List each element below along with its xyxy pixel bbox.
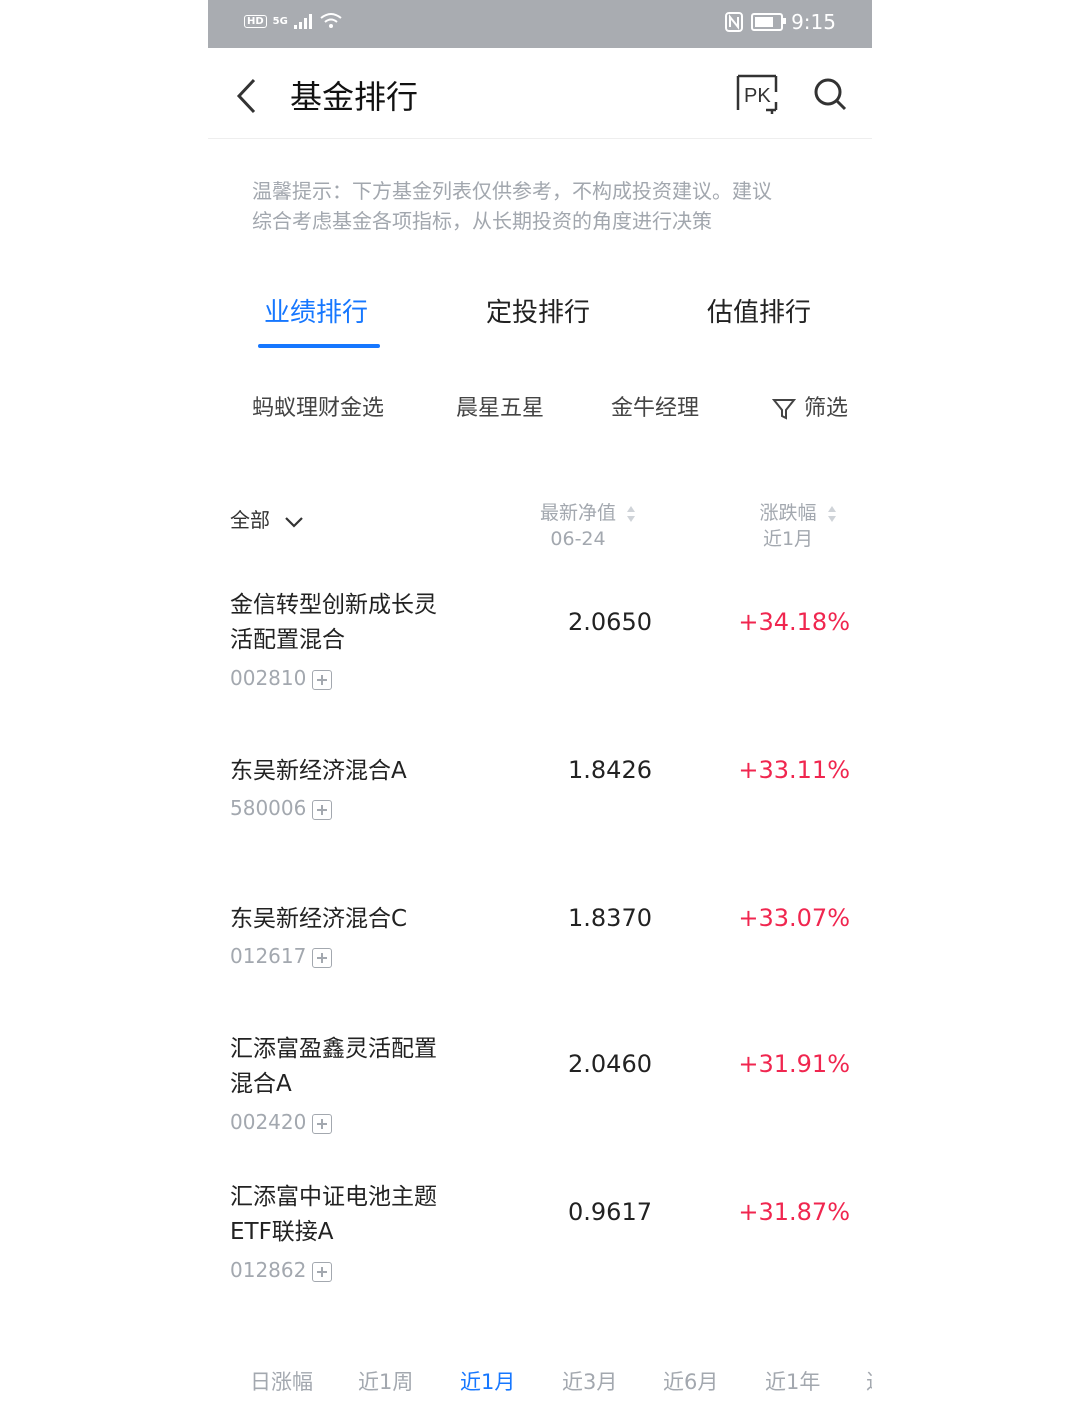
hd-icon: HD [244,14,267,28]
tab-auto-invest[interactable]: 定投排行 [486,292,590,329]
fund-name: 东吴新经济混合C [230,902,480,937]
fund-code: 012862 [230,1258,333,1282]
category-label: 全部 [230,508,270,532]
fund-name-line-2: 混合A [230,1071,292,1097]
funnel-icon [772,399,796,420]
fund-nav: 2.0460 [568,1050,652,1078]
add-watchlist-icon[interactable] [312,1113,333,1134]
fund-code-text: 012617 [230,944,307,968]
tip-line-2: 综合考虑基金各项指标，从长期投资的角度进行决策 [252,209,712,233]
status-time: 9:15 [791,10,836,34]
fund-name-line-1: 东吴新经济混合C [230,906,408,932]
search-icon[interactable] [812,76,848,112]
period-selector: 日涨幅 近1周 近1月 近3月 近6月 近1年 近 [208,1366,872,1402]
sort-icon [827,505,836,522]
fund-change: +34.18% [738,608,850,636]
tip-line-1: 温馨提示：下方基金列表仅供参考，不构成投资建议。建议 [252,179,772,203]
fund-row[interactable]: 东吴新经济混合A 580006 1.8426 +33.11% [208,754,872,844]
list-header: 全部 最新净值 06-24 涨跌幅 近1月 [208,498,872,558]
fund-code-text: 580006 [230,796,307,820]
fund-code-text: 002420 [230,1110,307,1134]
fund-name-line-2: ETF联接A [230,1219,334,1245]
fund-name-line-1: 汇添富中证电池主题 [230,1184,437,1210]
status-left: HD 5G [244,12,342,30]
fund-name: 汇添富中证电池主题 ETF联接A [230,1180,480,1250]
fund-code: 002810 [230,666,333,690]
fund-code: 012617 [230,944,333,968]
nfc-icon [725,12,744,32]
filter-ant-selection[interactable]: 蚂蚁理财金选 [252,390,384,422]
add-watchlist-icon[interactable] [312,799,333,820]
signal-icon [293,14,312,29]
fund-name-line-1: 金信转型创新成长灵 [230,592,437,618]
fund-name: 汇添富盈鑫灵活配置 混合A [230,1032,480,1102]
fund-name: 金信转型创新成长灵 活配置混合 [230,588,480,658]
wifi-icon [320,13,342,28]
period-3-month[interactable]: 近3月 [562,1366,617,1396]
add-watchlist-icon[interactable] [312,669,333,690]
status-bar: HD 5G 9:15 [208,0,872,48]
period-1-week[interactable]: 近1周 [358,1366,413,1396]
nav-column-header[interactable]: 最新净值 06-24 [508,500,668,552]
fund-change: +31.91% [738,1050,850,1078]
filter-label: 筛选 [804,396,849,421]
nav-header-label: 最新净值 [539,502,616,524]
add-watchlist-icon[interactable] [312,1261,333,1282]
fund-name-line-1: 汇添富盈鑫灵活配置 [230,1036,437,1062]
svg-text:PK: PK [744,85,771,107]
fund-code: 580006 [230,796,333,820]
app-screen: HD 5G 9:15 基金排行 PK 温馨提示：下方基金列表仅供参考，不构成投资… [208,0,872,1410]
fund-row[interactable]: 东吴新经济混合C 012617 1.8370 +33.07% [208,902,872,992]
fund-code: 002420 [230,1110,333,1134]
period-1-month[interactable]: 近1月 [460,1366,515,1396]
sort-icon [627,505,635,522]
change-column-header[interactable]: 涨跌幅 近1月 [728,500,868,552]
back-arrow-icon[interactable] [236,78,256,114]
period-daily[interactable]: 日涨幅 [250,1366,313,1396]
fund-nav: 2.0650 [568,608,652,636]
fund-nav: 1.8370 [568,904,652,932]
add-watchlist-icon[interactable] [312,947,333,968]
period-1-year[interactable]: 近1年 [765,1366,820,1396]
chevron-down-icon [285,516,304,528]
battery-icon [751,13,787,31]
fund-row[interactable]: 汇添富盈鑫灵活配置 混合A 002420 2.0460 +31.91% [208,1032,872,1152]
change-header-label: 涨跌幅 [759,502,817,524]
fund-code-text: 012862 [230,1258,307,1282]
network-type: 5G [272,15,288,27]
tab-valuation[interactable]: 估值排行 [707,292,811,329]
nav-header-date: 06-24 [550,528,606,550]
tab-performance[interactable]: 业绩排行 [264,292,368,329]
fund-change: +31.87% [738,1198,850,1226]
fund-change: +33.07% [738,904,850,932]
fund-name: 东吴新经济混合A [230,754,480,789]
ranking-tabs: 业绩排行 定投排行 估值排行 [208,292,872,352]
fund-row[interactable]: 汇添富中证电池主题 ETF联接A 012862 0.9617 +31.87% [208,1180,872,1300]
fund-change: +33.11% [738,756,850,784]
filter-morningstar[interactable]: 晨星五星 [456,390,544,422]
fund-nav: 1.8426 [568,756,652,784]
filter-golden-bull[interactable]: 金牛经理 [611,390,699,422]
status-right: 9:15 [725,10,836,34]
fund-row[interactable]: 金信转型创新成长灵 活配置混合 002810 2.0650 +34.18% [208,588,872,708]
disclaimer-tip: 温馨提示：下方基金列表仅供参考，不构成投资建议。建议 综合考虑基金各项指标，从长… [252,176,842,236]
fund-nav: 0.9617 [568,1198,652,1226]
page-title: 基金排行 [290,78,419,116]
pk-compare-icon[interactable]: PK [736,72,778,114]
filter-button[interactable]: 筛选 [772,390,848,422]
period-more[interactable]: 近 [866,1366,872,1396]
change-header-period: 近1月 [762,528,814,550]
fund-name-line-1: 东吴新经济混合A [230,758,407,784]
category-dropdown[interactable]: 全部 [230,504,304,533]
fund-name-line-2: 活配置混合 [230,627,345,653]
period-6-month[interactable]: 近6月 [663,1366,718,1396]
filter-bar: 蚂蚁理财金选 晨星五星 金牛经理 筛选 [208,390,872,430]
fund-code-text: 002810 [230,666,307,690]
active-tab-indicator [258,344,380,348]
nav-bar: 基金排行 PK [208,48,872,139]
